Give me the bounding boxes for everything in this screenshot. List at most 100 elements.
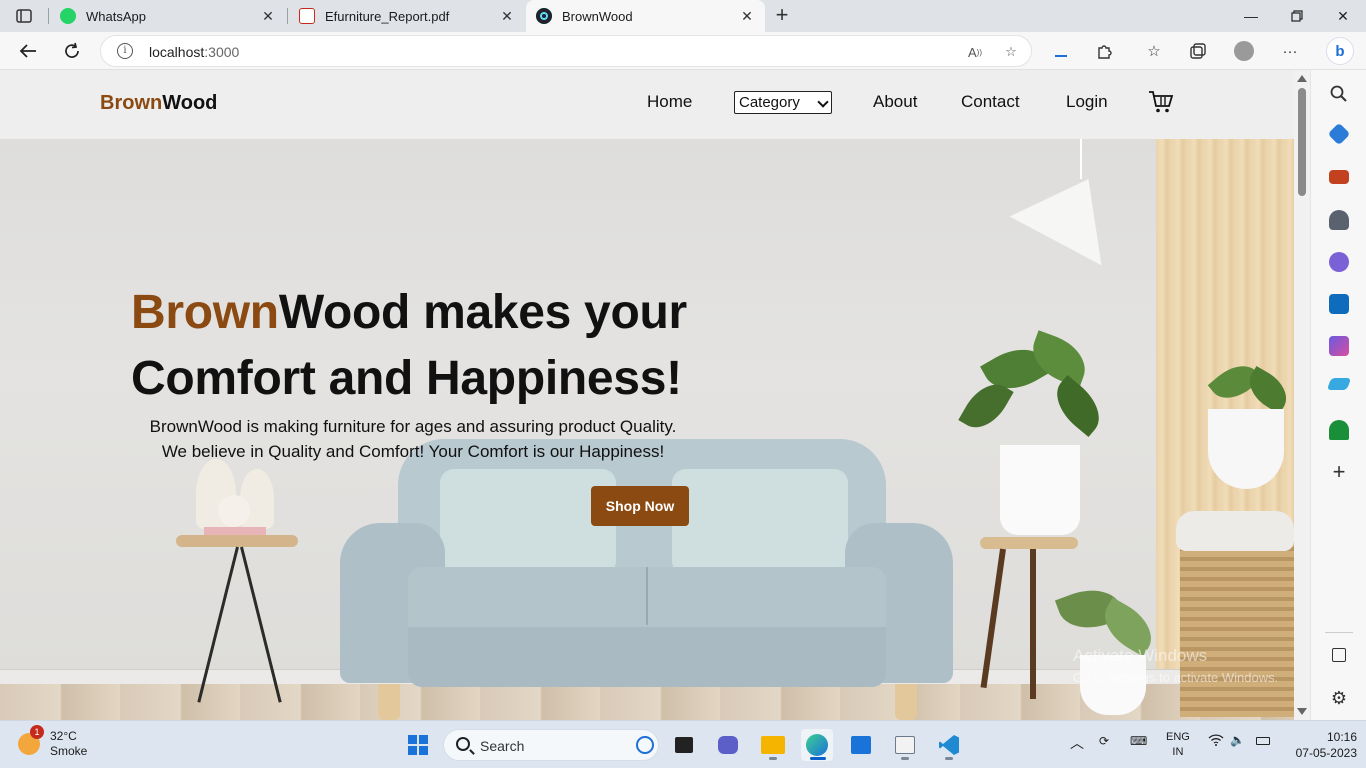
system-clock[interactable]: 10:16 07-05-2023	[1287, 729, 1357, 761]
tab-separator	[48, 8, 49, 24]
react-icon	[536, 8, 552, 24]
tab-title: WhatsApp	[86, 8, 146, 24]
tab-title: BrownWood	[562, 8, 633, 24]
notification-badge: 1	[30, 725, 44, 739]
microsoft-store-icon[interactable]	[845, 729, 877, 761]
photos-icon[interactable]	[889, 729, 921, 761]
tab-whatsapp[interactable]: WhatsApp ✕	[50, 0, 286, 32]
sidebar-toggle-icon[interactable]	[1332, 648, 1346, 662]
vase	[218, 495, 250, 527]
battery-icon[interactable]	[1256, 734, 1270, 748]
sync-icon[interactable]: ⟳	[1099, 734, 1109, 748]
nav-about-link[interactable]: About	[873, 92, 917, 112]
browser-toolbar: i localhost:3000 A)) ☆ ☆ ··· b	[0, 32, 1366, 70]
download-progress-icon[interactable]	[1050, 40, 1072, 62]
tools-icon[interactable]	[1329, 170, 1349, 184]
search-icon	[456, 737, 470, 751]
language-indicator[interactable]: ENG IN	[1166, 730, 1190, 760]
tree-icon[interactable]	[1329, 420, 1349, 440]
shopping-tag-icon[interactable]	[1327, 122, 1351, 146]
microsoft365-icon[interactable]	[1329, 252, 1349, 272]
address-bar[interactable]: i localhost:3000 A)) ☆	[100, 35, 1032, 67]
show-hidden-icons[interactable]: ︿	[1070, 733, 1084, 753]
read-aloud-icon[interactable]: A))	[965, 42, 985, 62]
search-icon[interactable]	[1329, 84, 1349, 104]
hero-heading: BrownWood makes your Comfort and Happine…	[131, 286, 687, 405]
back-button[interactable]	[14, 38, 42, 64]
close-tab-icon[interactable]: ✕	[499, 8, 515, 25]
sofa-leg	[895, 684, 917, 720]
new-tab-button[interactable]: +	[770, 4, 794, 28]
edge-sidebar: + ⚙	[1310, 70, 1366, 720]
keyboard-icon[interactable]: ⌨	[1130, 734, 1147, 748]
whatsapp-icon	[60, 8, 76, 24]
wall-planter	[1208, 409, 1284, 489]
tab-actions-icon[interactable]	[10, 6, 38, 26]
shop-now-button[interactable]: Shop Now	[591, 486, 689, 526]
bing-copilot-icon[interactable]: b	[1326, 37, 1354, 65]
close-tab-icon[interactable]: ✕	[260, 8, 276, 25]
close-window-button[interactable]: ✕	[1320, 0, 1366, 32]
file-explorer-icon[interactable]	[757, 729, 789, 761]
nav-contact-link[interactable]: Contact	[961, 92, 1020, 112]
weather-desc: Smoke	[50, 744, 88, 758]
outlook-icon[interactable]	[1329, 294, 1349, 314]
close-tab-icon[interactable]: ✕	[739, 8, 755, 25]
hero-section: BrownWood makes your Comfort and Happine…	[0, 139, 1294, 720]
collections-icon[interactable]	[1187, 40, 1209, 62]
sofa-leg	[378, 684, 400, 720]
hero-description: BrownWood is making furniture for ages a…	[149, 417, 677, 461]
edge-browser-icon[interactable]	[801, 729, 833, 761]
minimize-button[interactable]: —	[1228, 0, 1274, 32]
plant-leaf	[1045, 374, 1111, 438]
more-menu-icon[interactable]: ···	[1279, 40, 1301, 62]
task-view-icon[interactable]	[668, 729, 700, 761]
activate-windows-watermark: Activate Windows Go to Settings to activ…	[1073, 646, 1279, 685]
search-label: Search	[480, 738, 525, 754]
tab-pdf[interactable]: Efurniture_Report.pdf ✕	[289, 0, 525, 32]
table-leg	[1030, 549, 1036, 699]
weather-icon: 1	[18, 725, 44, 755]
tab-separator	[287, 8, 288, 24]
category-select[interactable]: Category	[734, 91, 832, 114]
profile-avatar[interactable]	[1233, 40, 1255, 62]
wifi-icon[interactable]	[1208, 734, 1224, 749]
site-info-icon[interactable]: i	[117, 43, 133, 59]
windows-taskbar: 1 32°C Smoke Search ︿ ⟳ ⌨ ENG IN 🔈 10:16 07…	[0, 720, 1366, 768]
volume-icon[interactable]: 🔈	[1230, 733, 1245, 747]
nav-home-link[interactable]: Home	[647, 92, 692, 112]
teams-chat-icon[interactable]	[712, 729, 744, 761]
cart-icon[interactable]	[1148, 90, 1174, 114]
add-sidebar-app-icon[interactable]: +	[1329, 461, 1349, 483]
scroll-up-icon[interactable]	[1297, 75, 1307, 82]
plant-pot	[1000, 445, 1080, 535]
page-scrollbar[interactable]	[1294, 70, 1310, 720]
site-logo[interactable]: BrownWood	[100, 92, 217, 115]
sofa-seat	[408, 567, 886, 687]
vscode-icon[interactable]	[933, 729, 965, 761]
lamp-cord	[1080, 139, 1082, 179]
weather-widget[interactable]: 1 32°C Smoke	[18, 725, 88, 759]
taskbar-search[interactable]: Search	[443, 729, 659, 761]
start-button[interactable]	[402, 729, 434, 761]
refresh-button[interactable]	[58, 38, 86, 64]
sofa-pillow	[672, 469, 848, 575]
designer-icon[interactable]	[1329, 336, 1349, 356]
tab-brownwood[interactable]: BrownWood ✕	[526, 0, 765, 32]
browser-tab-strip: WhatsApp ✕ Efurniture_Report.pdf ✕ Brown…	[0, 0, 1366, 32]
scroll-down-icon[interactable]	[1297, 708, 1307, 715]
drop-icon[interactable]	[1326, 378, 1352, 390]
side-table-right	[980, 537, 1078, 549]
seat-split	[646, 567, 648, 625]
scrollbar-thumb[interactable]	[1298, 88, 1306, 196]
book-stack	[204, 527, 266, 535]
weather-temp: 32°C	[50, 729, 77, 743]
sofa-pillow	[440, 469, 616, 575]
settings-gear-icon[interactable]: ⚙	[1329, 688, 1349, 708]
restore-button[interactable]	[1274, 0, 1320, 32]
add-favorite-icon[interactable]: ☆	[1001, 42, 1021, 62]
nav-login-link[interactable]: Login	[1066, 92, 1108, 112]
extensions-icon[interactable]	[1094, 40, 1116, 62]
games-icon[interactable]	[1329, 210, 1349, 230]
favorites-icon[interactable]: ☆	[1143, 40, 1165, 62]
